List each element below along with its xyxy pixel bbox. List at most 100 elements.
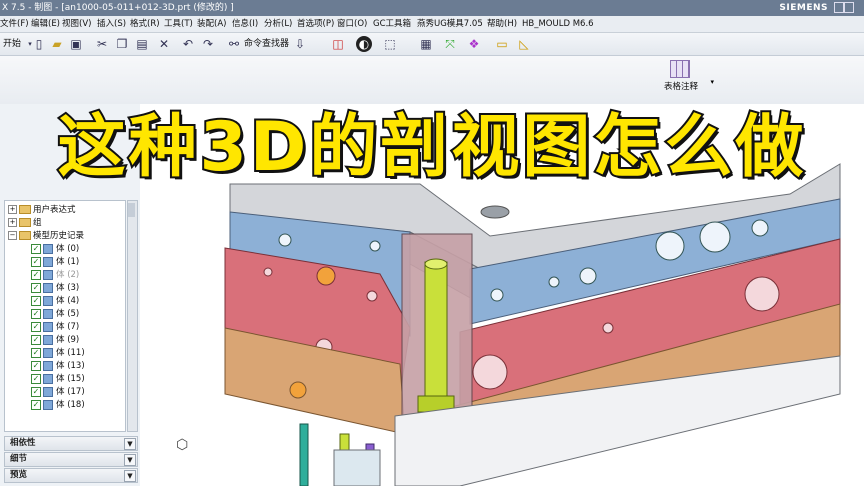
menu-hb-mould[interactable]: HB_MOULD M6.6 xyxy=(522,16,594,32)
hole-orange xyxy=(289,381,307,399)
menu-format[interactable]: 格式(R) xyxy=(130,16,160,32)
tree-item-body[interactable]: ✓ 体 (18) xyxy=(31,399,85,412)
table-note-button[interactable]: 表格注释 ▾ xyxy=(648,58,714,98)
hole xyxy=(744,276,780,312)
menu-preferences[interactable]: 首选项(P) xyxy=(297,16,334,32)
tree-item-body[interactable]: ✓ 体 (5) xyxy=(31,308,79,321)
hole xyxy=(278,233,292,247)
checkbox-icon: ✓ xyxy=(31,308,41,319)
menu-window[interactable]: 窗口(O) xyxy=(337,16,367,32)
hole xyxy=(490,288,504,302)
hole xyxy=(263,267,273,277)
render-style-icon[interactable]: ◐ xyxy=(356,36,372,52)
panel-preview[interactable]: 预览 ▼ xyxy=(4,468,138,483)
tree-item-user-expressions[interactable]: + 用户表达式 xyxy=(8,204,76,217)
support-pillar xyxy=(333,449,381,486)
panel-details[interactable]: 细节 ▼ xyxy=(4,452,138,467)
snap-icon[interactable]: ❖ xyxy=(466,36,482,52)
pin-head xyxy=(424,258,448,270)
folder-icon xyxy=(19,205,31,214)
hole xyxy=(548,276,560,288)
paste-icon[interactable]: ▤ xyxy=(134,36,150,52)
hole xyxy=(699,221,731,253)
checkbox-icon: ✓ xyxy=(31,295,41,306)
checkbox-icon: ✓ xyxy=(31,256,41,267)
new-file-icon[interactable]: ▯ xyxy=(31,36,47,52)
window-title: X 7.5 - 制图 - [an1000-05-011+012-3D.prt (… xyxy=(2,3,234,13)
navigator-scrollbar[interactable] xyxy=(127,200,138,432)
hole xyxy=(366,290,378,302)
minimize-icon[interactable] xyxy=(834,2,844,13)
command-finder-button[interactable]: 命令查找器 xyxy=(244,36,289,52)
tree-item-body[interactable]: ✓ 体 (15) xyxy=(31,373,85,386)
body-icon xyxy=(43,373,53,384)
start-button[interactable]: 开始 xyxy=(3,36,21,52)
body-icon xyxy=(43,360,53,371)
tree-item-body[interactable]: ✓ 体 (13) xyxy=(31,360,85,373)
measure-icon[interactable]: ▭ xyxy=(494,36,510,52)
body-icon xyxy=(43,321,53,332)
tree-item-body[interactable]: ✓ 体 (7) xyxy=(31,321,79,334)
tree-item-model-history[interactable]: − 模型历史记录 xyxy=(8,230,84,243)
menu-insert[interactable]: 插入(S) xyxy=(97,16,126,32)
table-icon xyxy=(670,60,690,78)
maximize-icon[interactable] xyxy=(844,2,854,13)
menu-help[interactable]: 帮助(H) xyxy=(487,16,517,32)
tree-item-groups[interactable]: + 组 xyxy=(8,217,42,230)
brand-logo: SIEMENS xyxy=(779,3,828,13)
menu-info[interactable]: 信息(I) xyxy=(232,16,258,32)
body-icon xyxy=(43,243,53,254)
chevron-down-icon: ▼ xyxy=(124,454,136,466)
tree-item-body[interactable]: ✓ 体 (0) xyxy=(31,243,79,256)
copy-icon[interactable]: ❐ xyxy=(114,36,130,52)
tree-item-body[interactable]: ✓ 体 (3) xyxy=(31,282,79,295)
cut-icon[interactable]: ✂ xyxy=(94,36,110,52)
menu-bar: 文件(F) 编辑(E) 视图(V) 插入(S) 格式(R) 工具(T) 装配(A… xyxy=(0,16,864,33)
menu-edit[interactable]: 编辑(E) xyxy=(31,16,60,32)
binoculars-icon[interactable]: ⚯ xyxy=(226,36,242,52)
menu-tools[interactable]: 工具(T) xyxy=(164,16,193,32)
body-icon xyxy=(43,295,53,306)
tree-item-body[interactable]: ✓ 体 (4) xyxy=(31,295,79,308)
delete-icon[interactable]: ✕ xyxy=(156,36,172,52)
tree-item-body[interactable]: ✓ 体 (11) xyxy=(31,347,85,360)
tree-item-body[interactable]: ✓ 体 (9) xyxy=(31,334,79,347)
open-folder-icon[interactable]: ▰ xyxy=(49,36,65,52)
scrollbar-thumb[interactable] xyxy=(128,203,135,217)
tree-item-body[interactable]: ✓ 体 (1) xyxy=(31,256,79,269)
checkbox-icon: ✓ xyxy=(31,282,41,293)
menu-file[interactable]: 文件(F) xyxy=(0,16,29,32)
tree-item-body[interactable]: ✓ 体 (17) xyxy=(31,386,85,399)
tree-item-body[interactable]: ✓ 体 (2) xyxy=(31,269,79,282)
menu-analysis[interactable]: 分析(L) xyxy=(264,16,292,32)
undo-icon[interactable]: ↶ xyxy=(180,36,196,52)
selection-filter-icon[interactable]: ⇩ xyxy=(292,36,308,52)
support-pillar xyxy=(299,423,309,486)
navigator-tree: + 用户表达式 + 组 − 模型历史记录 ✓ 体 (0) ✓ 体 (1) ✓ 体 (2) ✓… xyxy=(4,200,126,432)
redo-icon[interactable]: ↷ xyxy=(200,36,216,52)
ribbon-area xyxy=(0,56,864,105)
save-icon[interactable]: ▣ xyxy=(68,36,84,52)
hole xyxy=(579,267,597,285)
hole xyxy=(602,322,614,334)
menu-gc-toolbox[interactable]: GC工具箱 xyxy=(373,16,411,32)
folder-icon xyxy=(19,218,31,227)
wcs-icon[interactable]: ⤧ xyxy=(442,36,458,52)
angle-icon[interactable]: ◺ xyxy=(516,36,532,52)
checkbox-icon: ✓ xyxy=(31,399,41,410)
menu-assembly[interactable]: 装配(A) xyxy=(197,16,226,32)
checkbox-icon: ✓ xyxy=(31,373,41,384)
menu-view[interactable]: 视图(V) xyxy=(62,16,91,32)
checkbox-icon: ✓ xyxy=(31,243,41,254)
menu-yanxiu-mold[interactable]: 燕秀UG模具7.05 xyxy=(417,16,483,32)
body-icon xyxy=(43,399,53,410)
hole xyxy=(369,240,381,252)
window-controls[interactable] xyxy=(834,2,862,30)
layer-icon[interactable]: ▦ xyxy=(418,36,434,52)
view-orient-icon[interactable]: ⬚ xyxy=(382,36,398,52)
fit-view-icon[interactable]: ◫ xyxy=(330,36,346,52)
dropdown-arrow-icon[interactable]: ▾ xyxy=(710,78,714,86)
hole xyxy=(751,219,769,237)
checkbox-icon: ✓ xyxy=(31,321,41,332)
panel-dependencies[interactable]: 相依性 ▼ xyxy=(4,436,138,451)
